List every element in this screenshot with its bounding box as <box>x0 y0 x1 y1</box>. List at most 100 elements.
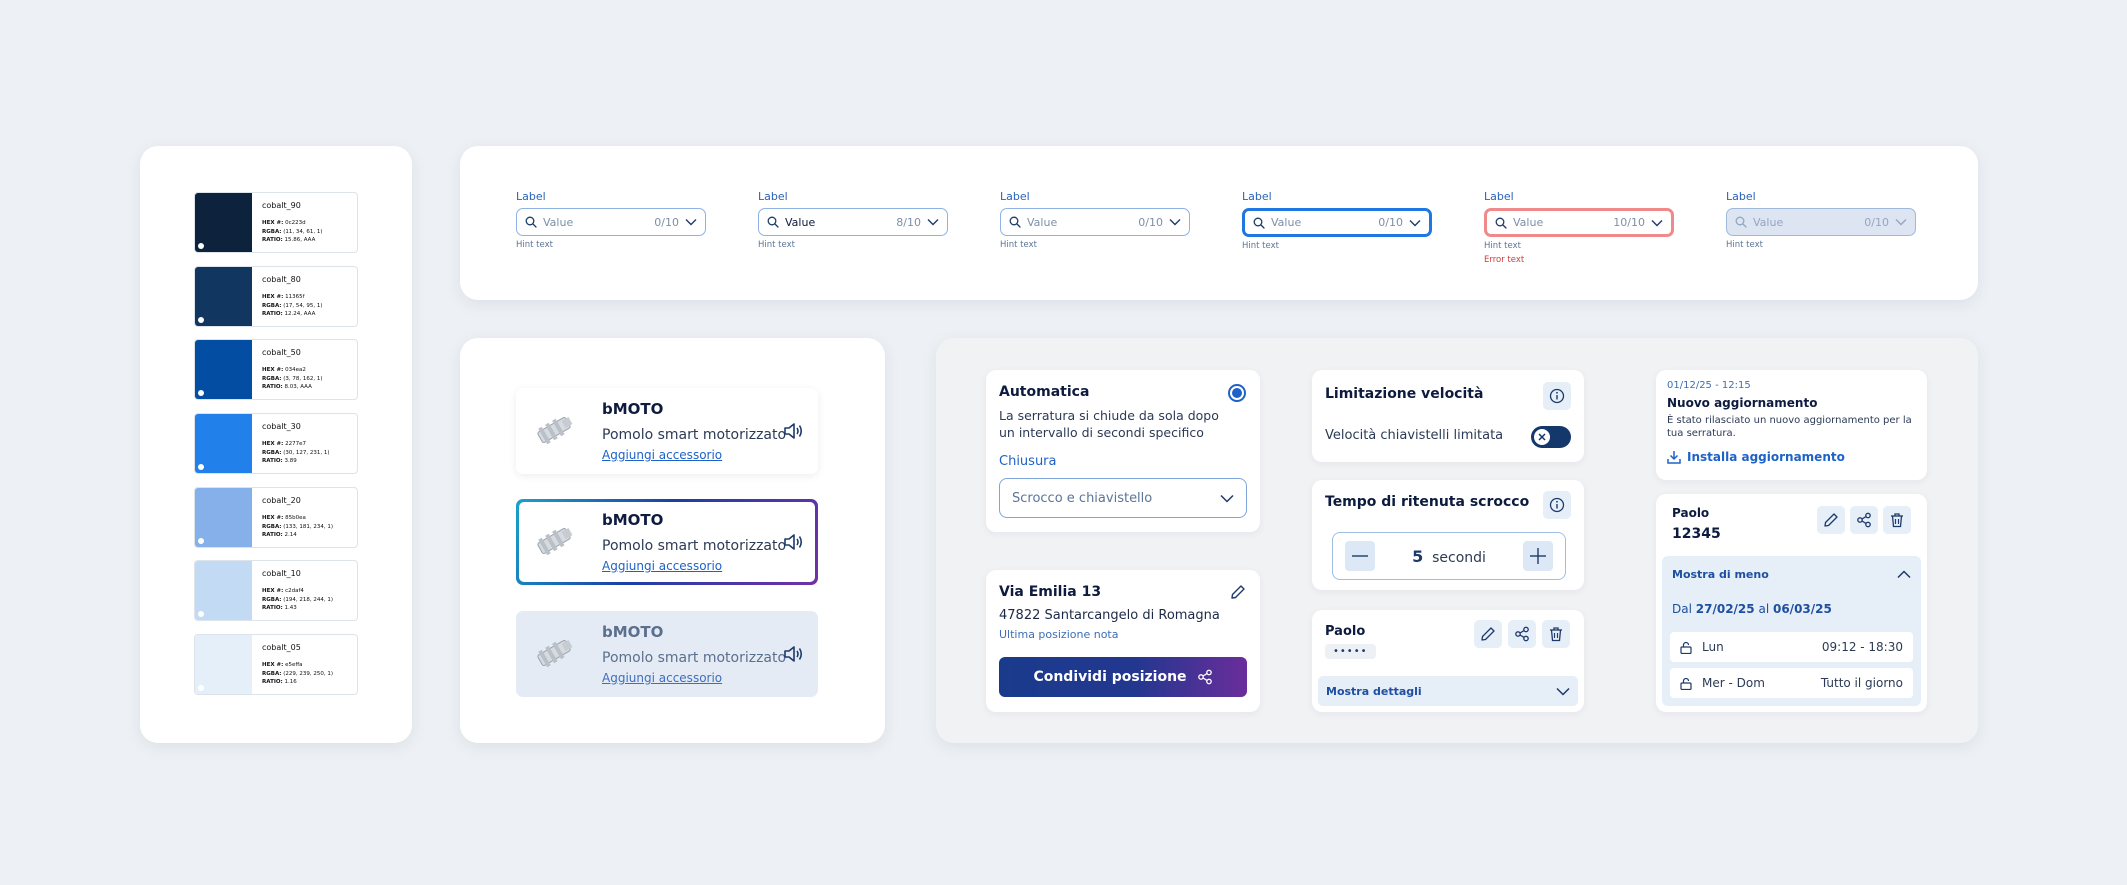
unlock-icon <box>1680 641 1692 654</box>
product-title: bMOTO <box>602 511 664 529</box>
share-icon <box>1197 669 1213 685</box>
download-icon <box>1667 450 1681 464</box>
code-user-name: Paolo <box>1672 506 1710 520</box>
field-label: Label <box>1484 190 1514 203</box>
product-subtitle: Pomolo smart motorizzato <box>602 650 787 666</box>
product-title: bMOTO <box>602 400 664 418</box>
swatch-name: cobalt_50 <box>262 348 301 357</box>
search-icon <box>525 216 537 228</box>
swatch-color <box>195 340 252 399</box>
plus-button[interactable] <box>1523 541 1553 571</box>
share-location-label: Condividi posizione <box>1033 669 1187 685</box>
speed-toggle[interactable] <box>1531 426 1571 448</box>
product-subtitle: Pomolo smart motorizzato <box>602 427 787 443</box>
unlock-icon <box>1680 677 1692 690</box>
share-icon[interactable] <box>1850 506 1878 534</box>
update-title: Nuovo aggiornamento <box>1667 396 1818 410</box>
location-note: Ultima posizione nota <box>999 628 1119 641</box>
speaker-icon[interactable] <box>782 420 804 442</box>
product-subtitle: Pomolo smart motorizzato <box>602 538 787 554</box>
info-icon[interactable] <box>1543 491 1571 519</box>
product-card-selected[interactable]: bMOTO Pomolo smart motorizzato Aggiungi … <box>516 499 818 585</box>
swatch-meta: HEX #: e5effa RGBA: (229, 239, 250, 1) R… <box>262 662 334 685</box>
update-card: 01/12/25 - 12:15 Nuovo aggiornamento È s… <box>1656 370 1927 480</box>
swatch-color <box>195 488 252 547</box>
closing-select-label: Chiusura <box>999 454 1057 469</box>
product-card-disabled[interactable]: bMOTO Pomolo smart motorizzato Aggiungi … <box>516 611 818 697</box>
text-field-default: Label Value 0/10 Hint text <box>516 190 706 250</box>
speed-limit-title: Limitazione velocità <box>1325 386 1484 402</box>
slot-day: Lun <box>1702 640 1724 654</box>
closing-select-value: Scrocco e chiavistello <box>1012 490 1153 506</box>
speaker-icon[interactable] <box>782 643 804 665</box>
speed-limit-card: Limitazione velocità Velocità chiavistel… <box>1312 370 1584 462</box>
search-icon <box>1735 216 1747 228</box>
hint-text: Hint text <box>1726 240 1763 250</box>
swatch-card: cobalt_05 HEX #: e5effa RGBA: (229, 239,… <box>194 634 358 695</box>
field-input[interactable]: Value 0/10 <box>516 208 706 236</box>
show-less-toggle[interactable]: Mostra di meno <box>1672 562 1911 586</box>
field-input[interactable]: Value 0/10 <box>1000 208 1190 236</box>
swatch-color <box>195 561 252 620</box>
auto-lock-card: Automatica La serratura si chiude da sol… <box>986 370 1260 532</box>
hint-text: Hint text <box>1484 241 1521 251</box>
field-input[interactable]: Value 10/10 <box>1484 208 1674 237</box>
closing-select[interactable]: Scrocco e chiavistello <box>999 478 1247 518</box>
color-palette-panel: cobalt_90 HEX #: 0c223d RGBA: (11, 34, 6… <box>140 146 412 743</box>
swatch-meta: HEX #: 85b0ea RGBA: (133, 181, 234, 1) R… <box>262 515 334 538</box>
time-slot-row: Lun 09:12 - 18:30 <box>1670 632 1913 662</box>
show-details-toggle[interactable]: Mostra dettagli <box>1318 676 1578 706</box>
field-input[interactable]: Value 0/10 <box>1242 208 1432 237</box>
add-accessory-link[interactable]: Aggiungi accessorio <box>602 671 722 685</box>
chevron-down-icon[interactable] <box>927 218 939 226</box>
install-update-link[interactable]: Installa aggiornamento <box>1667 450 1845 464</box>
swatch-name: cobalt_30 <box>262 422 301 431</box>
char-counter: 0/10 <box>654 215 679 229</box>
info-icon[interactable] <box>1543 382 1571 410</box>
swatch-name: cobalt_80 <box>262 275 301 284</box>
share-location-button[interactable]: Condividi posizione <box>999 657 1247 697</box>
hint-text: Hint text <box>758 240 795 250</box>
search-icon <box>1253 217 1265 229</box>
text-field-hover: Label Value 0/10 Hint text <box>1000 190 1190 250</box>
field-value: Value <box>1027 215 1058 229</box>
trash-icon[interactable] <box>1542 620 1570 648</box>
char-counter: 0/10 <box>1378 216 1403 229</box>
swatch-name: cobalt_90 <box>262 201 301 210</box>
time-slot-row: Mer - Dom Tutto il giorno <box>1670 668 1913 698</box>
search-icon <box>1495 217 1507 229</box>
chevron-down-icon <box>1556 687 1570 696</box>
auto-lock-radio[interactable] <box>1228 384 1246 402</box>
chevron-down-icon[interactable] <box>1169 218 1181 226</box>
chevron-down-icon <box>1220 494 1234 503</box>
field-value: Value <box>543 215 574 229</box>
char-counter: 0/10 <box>1864 215 1889 229</box>
swatch-card: cobalt_80 HEX #: 11365f RGBA: (17, 54, 9… <box>194 266 358 327</box>
pencil-icon[interactable] <box>1474 620 1502 648</box>
hold-time-card: Tempo di ritenuta scrocco 5 secondi <box>1312 480 1584 590</box>
field-label: Label <box>1000 190 1030 203</box>
hint-text: Hint text <box>1000 240 1037 250</box>
field-value: Value <box>1271 216 1302 229</box>
error-text: Error text <box>1484 255 1525 265</box>
product-card-default[interactable]: bMOTO Pomolo smart motorizzato Aggiungi … <box>516 388 818 474</box>
lock-product-image <box>530 517 578 565</box>
trash-icon[interactable] <box>1883 506 1911 534</box>
speaker-icon[interactable] <box>782 531 804 553</box>
pencil-icon[interactable] <box>1817 506 1845 534</box>
chevron-down-icon <box>1895 218 1907 226</box>
field-input[interactable]: Value 8/10 <box>758 208 948 236</box>
chevron-down-icon[interactable] <box>1651 219 1663 227</box>
lock-product-image <box>530 629 578 677</box>
chevron-down-icon[interactable] <box>685 218 697 226</box>
text-field-disabled: Label Value 0/10 Hint text <box>1726 190 1916 250</box>
char-counter: 0/10 <box>1138 215 1163 229</box>
pencil-icon[interactable] <box>1230 584 1246 600</box>
swatch-color <box>195 414 252 473</box>
lock-product-image <box>530 406 578 454</box>
chevron-down-icon[interactable] <box>1409 219 1421 227</box>
share-icon[interactable] <box>1508 620 1536 648</box>
add-accessory-link[interactable]: Aggiungi accessorio <box>602 559 722 573</box>
field-input: Value 0/10 <box>1726 208 1916 236</box>
add-accessory-link[interactable]: Aggiungi accessorio <box>602 448 722 462</box>
